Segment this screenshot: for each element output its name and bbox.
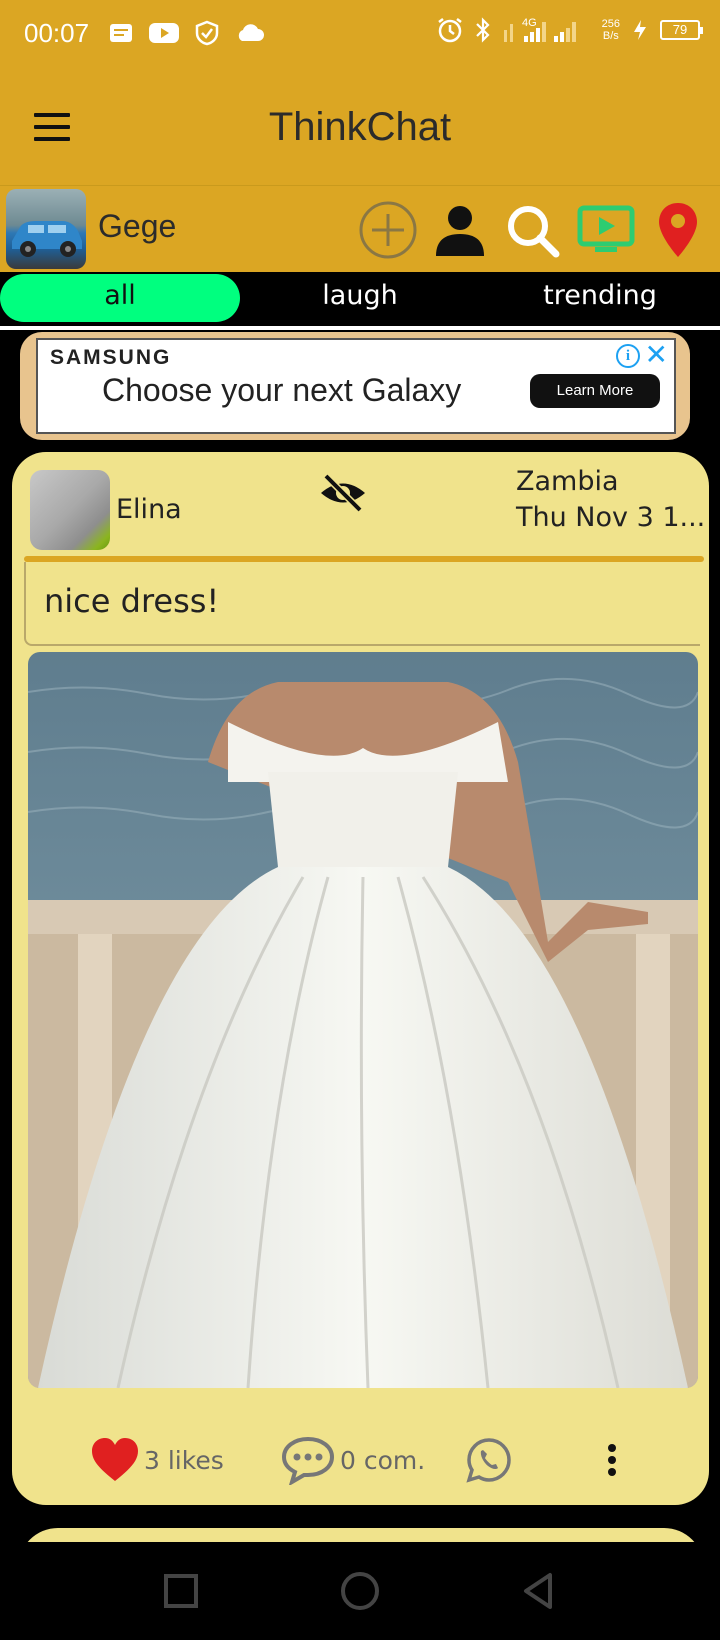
system-nav-bar bbox=[0, 1542, 720, 1640]
avatar[interactable] bbox=[6, 189, 86, 269]
ad-headline: Choose your next Galaxy bbox=[102, 372, 462, 408]
heart-icon bbox=[92, 1438, 138, 1481]
status-bar: 00:07 4G 256 B/s 79 bbox=[0, 0, 720, 75]
status-system-icons: 4G 256 B/s 79 bbox=[436, 16, 703, 44]
net-speed: 256 B/s bbox=[602, 18, 620, 42]
ad-info-icon[interactable]: i bbox=[616, 344, 640, 368]
recent-apps-icon[interactable] bbox=[156, 1566, 206, 1616]
search-icon[interactable] bbox=[500, 198, 564, 262]
eye-slash-icon[interactable] bbox=[318, 468, 368, 518]
location-pin-icon[interactable] bbox=[646, 198, 710, 262]
ad-banner-container: SAMSUNG Choose your next Galaxy Learn Mo… bbox=[20, 332, 690, 440]
message-notification-icon bbox=[110, 24, 132, 42]
wedding-dress-photo bbox=[28, 652, 698, 1388]
post-text: nice dress! bbox=[44, 582, 220, 620]
comment-bubble-icon bbox=[281, 1436, 335, 1485]
alarm-icon bbox=[437, 18, 462, 43]
car-avatar-image bbox=[12, 221, 82, 257]
category-tabs: all laugh trending bbox=[0, 272, 720, 322]
tab-trending[interactable]: trending bbox=[480, 274, 720, 322]
app-bar: ThinkChat bbox=[0, 75, 720, 185]
home-icon[interactable] bbox=[335, 1566, 385, 1616]
likes-count: 3 likes bbox=[144, 1445, 224, 1475]
post-actions: 3 likes 0 com. bbox=[12, 1432, 709, 1492]
ad-banner[interactable]: SAMSUNG Choose your next Galaxy Learn Mo… bbox=[36, 338, 676, 434]
app-title: ThinkChat bbox=[268, 105, 452, 149]
learn-more-button[interactable]: Learn More bbox=[530, 374, 660, 408]
net-speed-value: 256 bbox=[601, 18, 620, 30]
status-notification-icons bbox=[108, 20, 264, 46]
shield-notification-icon bbox=[195, 20, 219, 46]
share-button[interactable] bbox=[466, 1432, 512, 1488]
signal-icon: 4G bbox=[503, 17, 576, 42]
like-button[interactable]: 3 likes bbox=[90, 1432, 224, 1488]
post-date: Thu Nov 3 1... bbox=[516, 502, 706, 533]
post-author-name[interactable]: Elina bbox=[116, 494, 182, 525]
status-time: 00:07 bbox=[24, 18, 90, 48]
post-card: Elina Zambia Thu Nov 3 1... nice dress! bbox=[12, 452, 709, 1505]
post-author-avatar[interactable] bbox=[30, 470, 110, 550]
comment-button[interactable]: 0 com. bbox=[280, 1432, 425, 1488]
tab-laugh[interactable]: laugh bbox=[240, 274, 480, 322]
add-circle-icon[interactable] bbox=[356, 198, 420, 262]
profile-name: Gege bbox=[98, 208, 177, 244]
network-type-label: 4G bbox=[522, 17, 537, 29]
net-speed-unit: B/s bbox=[602, 30, 619, 42]
battery-indicator: 79 bbox=[660, 20, 703, 40]
comments-count: 0 com. bbox=[340, 1445, 426, 1475]
ad-brand: SAMSUNG bbox=[50, 346, 172, 369]
more-vertical-icon[interactable] bbox=[604, 1432, 620, 1488]
profile-bar: Gege bbox=[0, 185, 720, 272]
back-icon[interactable] bbox=[514, 1566, 564, 1616]
post-location: Zambia bbox=[516, 466, 619, 497]
post-image[interactable] bbox=[28, 652, 698, 1388]
charging-icon bbox=[634, 20, 646, 40]
whatsapp-icon bbox=[466, 1438, 511, 1483]
tv-play-icon[interactable] bbox=[574, 198, 638, 262]
tab-all[interactable]: all bbox=[0, 274, 240, 322]
cloud-notification-icon bbox=[238, 24, 264, 41]
person-icon[interactable] bbox=[428, 198, 492, 262]
bluetooth-icon bbox=[475, 17, 490, 43]
ad-close-icon[interactable]: ✕ bbox=[645, 340, 668, 370]
youtube-notification-icon bbox=[149, 23, 179, 43]
tab-divider bbox=[0, 326, 720, 330]
